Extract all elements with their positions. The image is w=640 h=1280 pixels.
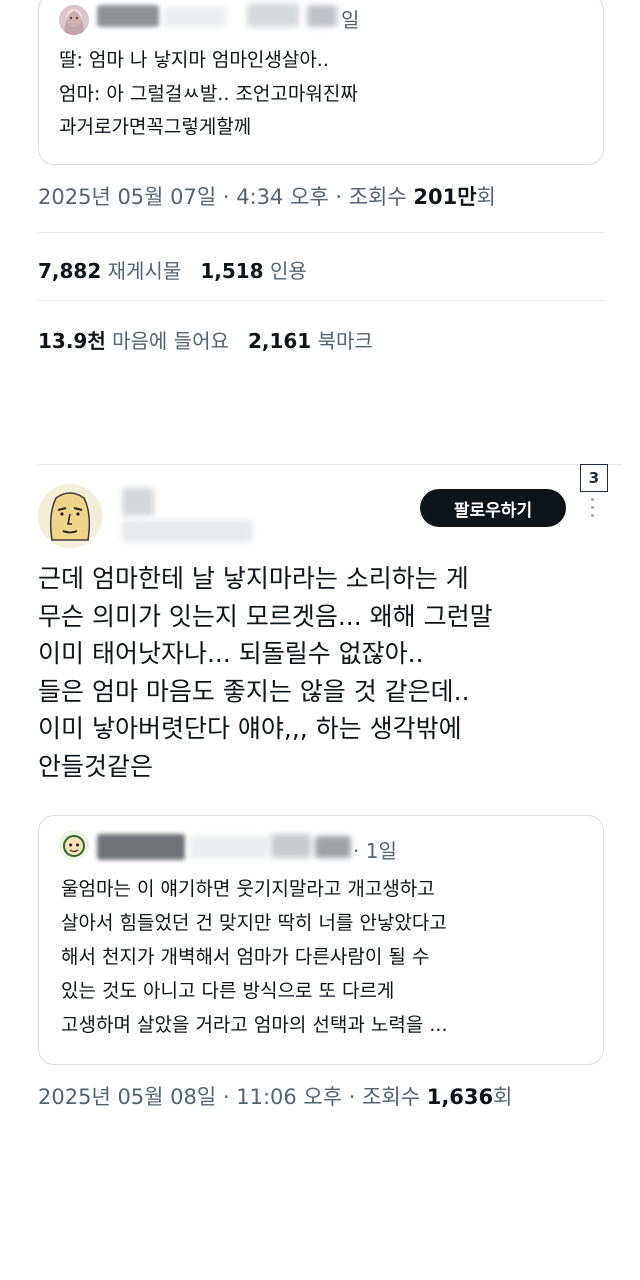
reply-quoted-tweet-date: · 1일 bbox=[353, 839, 397, 863]
reply-quoted-line-4: 있는 것도 아니고 다른 방식으로 또 다르게 bbox=[61, 980, 395, 1002]
quotes-count: 1,518 bbox=[200, 259, 264, 283]
reply-user-avatar[interactable] bbox=[38, 484, 102, 548]
likes-stat[interactable]: 13.9천 마음에 들어요 bbox=[38, 329, 229, 353]
reply-views-suffix: 회 bbox=[493, 1085, 513, 1109]
reply-quoted-line-5: 고생하며 살았을 거라고 엄마의 선택과 노력을 ... bbox=[61, 1014, 448, 1036]
reply-quoted-user-handle-redacted-3 bbox=[315, 836, 351, 858]
reply-quoted-tweet-card[interactable]: · 1일 울엄마는 이 얘기하면 웃기지말라고 개고생하고 살아서 힘들었던 건… bbox=[38, 815, 604, 1065]
reply-quoted-line-2: 살아서 힘들었던 건 맞지만 딱히 너를 안낳았다고 bbox=[61, 912, 447, 934]
quoted-tweet-line-2: 엄마: 아 그럴걸ㅆ발.. 조언고마워진짜 bbox=[59, 83, 358, 105]
likes-label: 마음에 들어요 bbox=[112, 329, 229, 353]
likes-count: 13.9천 bbox=[38, 329, 106, 353]
bookmarks-count: 2,161 bbox=[247, 329, 312, 353]
engagement-row-2: 13.9천 마음에 들어요 2,161 북마크 bbox=[38, 325, 373, 354]
reply-line-5: 이미 낳아버렷단다 얘야,,, 하는 생각밖에 bbox=[38, 714, 462, 743]
divider bbox=[38, 232, 604, 233]
page-number-badge: 3 bbox=[580, 464, 608, 492]
reply-timestamp[interactable]: 2025년 05월 08일 · 11:06 오후 · 조회수 1,636회 bbox=[38, 1081, 512, 1111]
bookmarks-stat[interactable]: 2,161 북마크 bbox=[248, 329, 373, 353]
reply-quoted-line-1: 울엄마는 이 얘기하면 웃기지말라고 개고생하고 bbox=[61, 878, 435, 900]
more-options-vertical-icon[interactable] bbox=[584, 496, 602, 522]
quoted-user-handle-redacted-3 bbox=[307, 5, 337, 27]
reply-user-handle-redacted bbox=[122, 520, 252, 542]
reply-views-number: 1,636 bbox=[426, 1085, 494, 1109]
reply-line-4: 들은 엄마 마음도 좋지는 않을 것 같은데.. bbox=[38, 676, 470, 706]
reply-quoted-user-handle-redacted bbox=[189, 836, 269, 858]
reply-line-2: 무슨 의미가 잇는지 모르겟음... 왜해 그런말 bbox=[38, 601, 493, 631]
reply-quoted-line-3: 해서 천지가 개벽해서 엄마가 다른사람이 될 수 bbox=[61, 946, 430, 968]
retweets-label: 재게시물 bbox=[107, 259, 182, 283]
quoted-tweet-date: 일 bbox=[341, 8, 360, 32]
quotes-stat[interactable]: 1,518 인용 bbox=[200, 259, 306, 283]
divider bbox=[38, 300, 604, 301]
reply-quoted-user-avatar[interactable] bbox=[59, 830, 89, 860]
quoted-user-handle-redacted bbox=[164, 7, 226, 27]
post-timestamp-text: 2025년 05월 07일 · 4:34 오후 · 조회수 bbox=[38, 185, 414, 209]
quoted-user-handle-redacted-2 bbox=[247, 3, 299, 27]
reply-line-1: 근데 엄마한테 날 낳지마라는 소리하는 게 bbox=[38, 564, 469, 593]
retweets-count: 7,882 bbox=[38, 259, 102, 283]
retweets-stat[interactable]: 7,882 재게시물 bbox=[38, 259, 181, 283]
follow-button[interactable]: 팔로우하기 bbox=[420, 489, 566, 527]
avatar-anime-girl-icon bbox=[59, 5, 89, 35]
reply-tweet-text: 근데 엄마한테 날 낳지마라는 소리하는 게 무슨 의미가 잇는지 모르겟음..… bbox=[38, 560, 493, 785]
quoted-tweet-card[interactable]: 일 딸: 엄마 나 낳지마 엄마인생살아.. 엄마: 아 그럴걸ㅆ발.. 조언고… bbox=[38, 0, 604, 165]
reply-line-3: 이미 태어낫자나... 되돌릴수 없잖아.. bbox=[38, 639, 424, 668]
reply-user-name-redacted bbox=[122, 488, 154, 516]
quotes-label: 인용 bbox=[269, 259, 307, 283]
post-views-number: 201만 bbox=[413, 185, 477, 209]
quoted-tweet-line-3: 과거로가면꼭그렇게할께 bbox=[59, 116, 252, 138]
quoted-user-avatar[interactable] bbox=[59, 5, 89, 35]
avatar-small-cartoon-icon bbox=[59, 830, 89, 860]
engagement-row-1: 7,882 재게시물 1,518 인용 bbox=[38, 255, 307, 284]
bookmarks-label: 북마크 bbox=[317, 329, 373, 353]
avatar-cartoon-face-icon bbox=[38, 484, 102, 548]
post-views-suffix: 회 bbox=[476, 185, 496, 209]
quoted-user-name-redacted bbox=[97, 5, 159, 27]
quoted-tweet-line-1: 딸: 엄마 나 낳지마 엄마인생살아.. bbox=[59, 49, 329, 71]
post-timestamp[interactable]: 2025년 05월 07일 · 4:34 오후 · 조회수 201만회 bbox=[38, 181, 496, 211]
reply-line-6: 안들것같은 bbox=[38, 751, 154, 781]
reply-timestamp-text: 2025년 05월 08일 · 11:06 오후 · 조회수 bbox=[38, 1085, 427, 1109]
section-divider bbox=[38, 464, 622, 465]
reply-quoted-user-handle-redacted-2 bbox=[271, 834, 311, 858]
reply-quoted-user-name-redacted bbox=[97, 834, 185, 860]
